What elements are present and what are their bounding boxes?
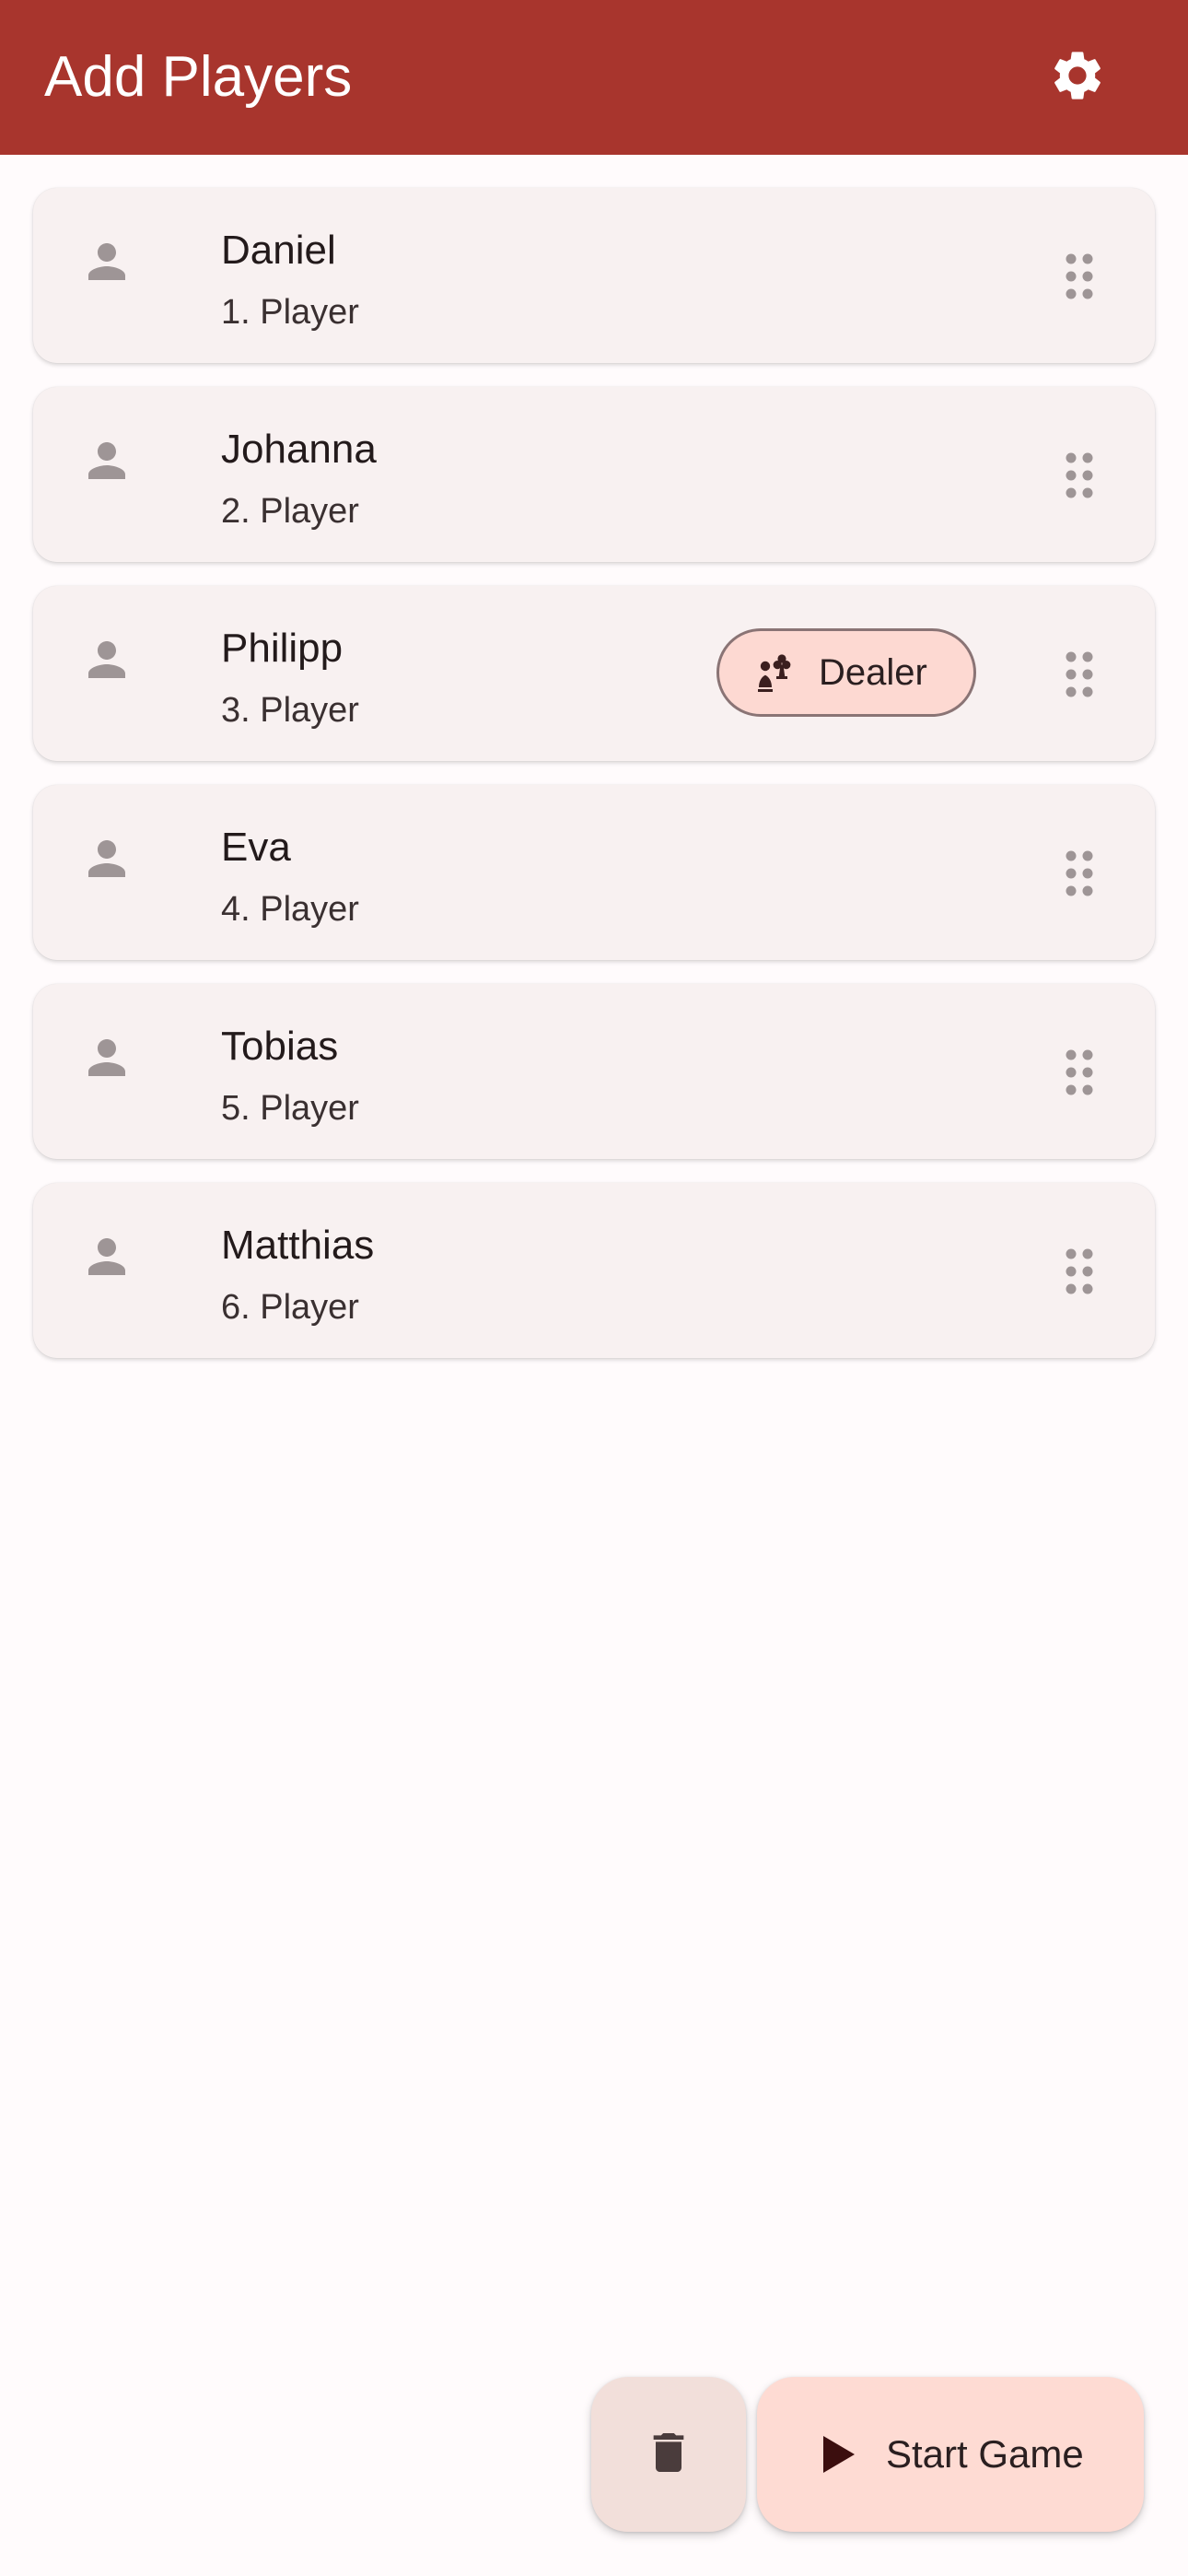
drag-handle-icon[interactable] — [1054, 649, 1105, 700]
person-icon — [77, 431, 136, 490]
player-name: Matthias — [221, 1223, 375, 1268]
player-position: 3. Player — [221, 691, 359, 730]
player-name: Daniel — [221, 228, 336, 273]
player-card[interactable]: Johanna 2. Player — [33, 387, 1155, 562]
player-list: Daniel 1. Player Johanna 2. Player Phili… — [33, 188, 1155, 1382]
player-card[interactable]: Philipp 3. Player Dealer — [33, 586, 1155, 761]
app-bar: Add Players — [0, 0, 1188, 155]
person-icon — [77, 829, 136, 888]
player-card[interactable]: Eva 4. Player — [33, 785, 1155, 960]
drag-handle-icon[interactable] — [1054, 1047, 1105, 1098]
dealer-chip[interactable]: Dealer — [716, 628, 976, 717]
gear-icon — [1048, 46, 1107, 110]
person-icon — [77, 232, 136, 291]
dealer-pieces-icon — [751, 649, 798, 697]
person-icon — [77, 630, 136, 689]
drag-handle-icon[interactable] — [1054, 1246, 1105, 1297]
drag-handle-icon[interactable] — [1054, 450, 1105, 501]
play-icon — [816, 2432, 860, 2476]
person-icon — [77, 1227, 136, 1286]
player-name: Eva — [221, 825, 291, 870]
player-position: 5. Player — [221, 1089, 359, 1128]
trash-icon — [643, 2427, 694, 2483]
player-position: 4. Player — [221, 890, 359, 929]
player-position: 6. Player — [221, 1288, 359, 1327]
player-position: 2. Player — [221, 492, 359, 531]
player-name: Philipp — [221, 626, 344, 671]
drag-handle-icon[interactable] — [1054, 251, 1105, 302]
delete-players-button[interactable] — [591, 2377, 746, 2532]
page-title: Add Players — [44, 45, 353, 109]
dealer-chip-label: Dealer — [819, 651, 927, 693]
start-game-label: Start Game — [886, 2432, 1084, 2476]
player-card[interactable]: Daniel 1. Player — [33, 188, 1155, 363]
start-game-button[interactable]: Start Game — [757, 2377, 1144, 2532]
person-icon — [77, 1028, 136, 1087]
player-name: Tobias — [221, 1024, 339, 1069]
player-card[interactable]: Matthias 6. Player — [33, 1183, 1155, 1358]
player-name: Johanna — [221, 427, 377, 472]
player-card[interactable]: Tobias 5. Player — [33, 984, 1155, 1159]
drag-handle-icon[interactable] — [1054, 848, 1105, 899]
settings-button[interactable] — [1041, 41, 1114, 114]
player-position: 1. Player — [221, 293, 359, 332]
